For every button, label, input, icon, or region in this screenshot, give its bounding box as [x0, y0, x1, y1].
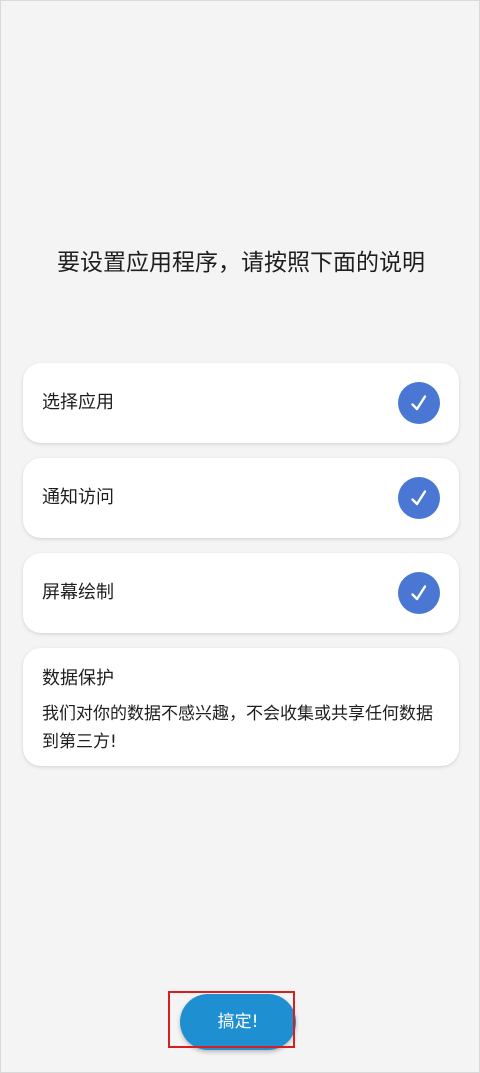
page-title: 要设置应用程序，请按照下面的说明	[57, 250, 425, 276]
step-label: 通知访问	[42, 487, 114, 508]
step-card-screen-overlay: 屏幕绘制	[23, 553, 459, 633]
step-card-select-app: 选择应用	[23, 363, 459, 443]
check-icon	[398, 572, 440, 614]
check-icon	[398, 477, 440, 519]
done-button[interactable]: 搞定!	[180, 994, 296, 1050]
step-card-notification-access: 通知访问	[23, 458, 459, 538]
privacy-text: 我们对你的数据不感兴趣，不会收集或共享任何数据到第三方!	[42, 704, 433, 752]
check-icon	[398, 382, 440, 424]
step-label: 选择应用	[42, 392, 114, 413]
privacy-card: 数据保护 我们对你的数据不感兴趣，不会收集或共享任何数据到第三方!	[23, 648, 459, 766]
step-label: 屏幕绘制	[42, 582, 114, 603]
privacy-title: 数据保护	[42, 668, 114, 689]
